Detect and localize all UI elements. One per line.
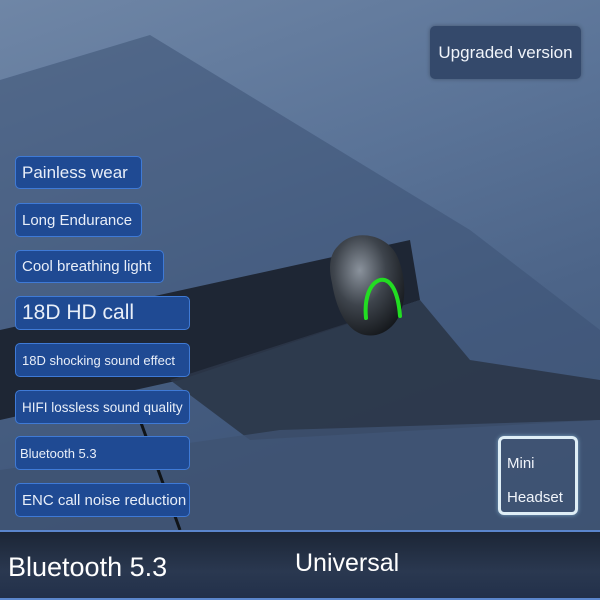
- feature-18d-sound-effect: 18D shocking sound effect: [15, 343, 190, 377]
- product-image: Upgraded version Painless wear Long Endu…: [0, 0, 600, 600]
- earbud-image: [330, 235, 405, 336]
- feature-hifi-sound: HIFI lossless sound quality: [15, 390, 190, 424]
- bottom-bluetooth-label: Bluetooth 5.3: [8, 552, 168, 582]
- mini-headset-badge: Mini Headset: [498, 436, 578, 515]
- feature-long-endurance: Long Endurance: [15, 203, 142, 237]
- bottom-bar: Bluetooth 5.3 Universal: [0, 530, 600, 600]
- mini-label: Mini: [507, 455, 535, 472]
- feature-18d-hd-call: 18D HD call: [15, 296, 190, 330]
- bottom-universal-label: Universal: [295, 549, 400, 577]
- headset-label: Headset: [507, 489, 563, 506]
- upgraded-version-badge: Upgraded version: [430, 26, 581, 79]
- feature-painless-wear: Painless wear: [15, 156, 142, 189]
- feature-cool-breathing-light: Cool breathing light: [15, 250, 164, 283]
- feature-bluetooth: Bluetooth 5.3: [15, 436, 190, 470]
- feature-enc-noise-reduction: ENC call noise reduction: [15, 483, 190, 517]
